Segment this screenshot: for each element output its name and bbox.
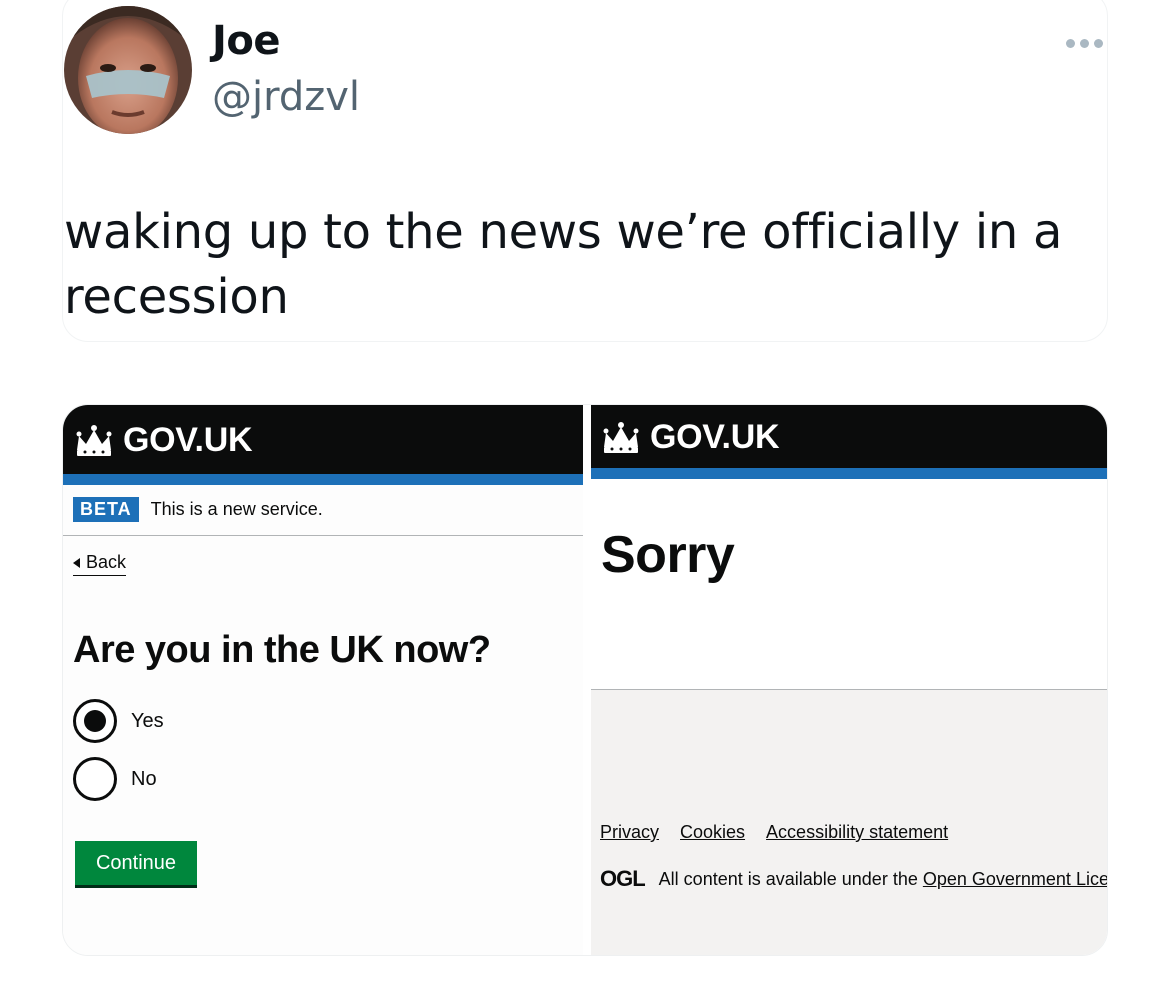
licence-statement: OGL All content is available under the O… <box>600 866 1107 892</box>
govuk-logo[interactable]: GOV.UK <box>600 418 780 457</box>
radio-label-yes: Yes <box>131 709 164 732</box>
header-blue-bar <box>63 474 583 485</box>
panel-divider <box>583 405 591 955</box>
radio-unchecked-icon[interactable] <box>73 757 117 801</box>
logo-text: GOV.UK <box>650 418 780 456</box>
govuk-header: GOV.UK <box>591 405 1107 468</box>
govuk-question-page: GOV.UK BETA This is a new service. Back … <box>63 405 583 955</box>
question-heading: Are you in the UK now? <box>73 629 491 671</box>
govuk-footer: Privacy Cookies Accessibility statement … <box>591 689 1107 955</box>
beta-tag: BETA <box>73 497 139 522</box>
back-chevron-icon <box>73 557 80 568</box>
crown-icon <box>603 421 639 453</box>
tweet-media[interactable]: GOV.UK BETA This is a new service. Back … <box>62 404 1108 956</box>
radio-checked-icon[interactable] <box>73 699 117 743</box>
footer-links: Privacy Cookies Accessibility statement <box>600 822 948 843</box>
phase-banner: BETA This is a new service. <box>73 497 323 522</box>
phase-text: This is a new service. <box>150 499 323 519</box>
licence-link[interactable]: Open Government Lice <box>923 869 1107 889</box>
avatar[interactable] <box>64 6 192 134</box>
govuk-logo[interactable]: GOV.UK <box>73 421 253 460</box>
crown-icon <box>76 424 112 456</box>
page-title: Sorry <box>601 526 735 584</box>
header-blue-bar <box>591 468 1107 479</box>
radio-label-no: No <box>131 767 157 790</box>
footer-link-cookies[interactable]: Cookies <box>680 822 745 843</box>
govuk-sorry-page: GOV.UK Sorry Privacy Cookies Accessibili… <box>591 405 1107 955</box>
back-label: Back <box>86 552 127 572</box>
back-link[interactable]: Back <box>73 552 127 576</box>
user-handle[interactable]: @jrdzvl <box>212 74 360 120</box>
display-name[interactable]: Joe <box>212 18 281 64</box>
tweet-text: waking up to the news we’re officially i… <box>64 204 1063 325</box>
footer-link-accessibility[interactable]: Accessibility statement <box>766 822 948 843</box>
phase-divider <box>63 535 583 536</box>
licence-text: All content is available under the <box>658 868 918 889</box>
radio-option-yes[interactable]: Yes <box>73 699 164 743</box>
ogl-logo: OGL <box>600 866 646 891</box>
logo-text: GOV.UK <box>123 421 253 459</box>
radio-option-no[interactable]: No <box>73 757 157 801</box>
continue-button[interactable]: Continue <box>75 841 197 885</box>
footer-link-privacy[interactable]: Privacy <box>600 822 659 843</box>
more-icon[interactable] <box>1058 28 1110 58</box>
govuk-header: GOV.UK <box>63 405 583 474</box>
